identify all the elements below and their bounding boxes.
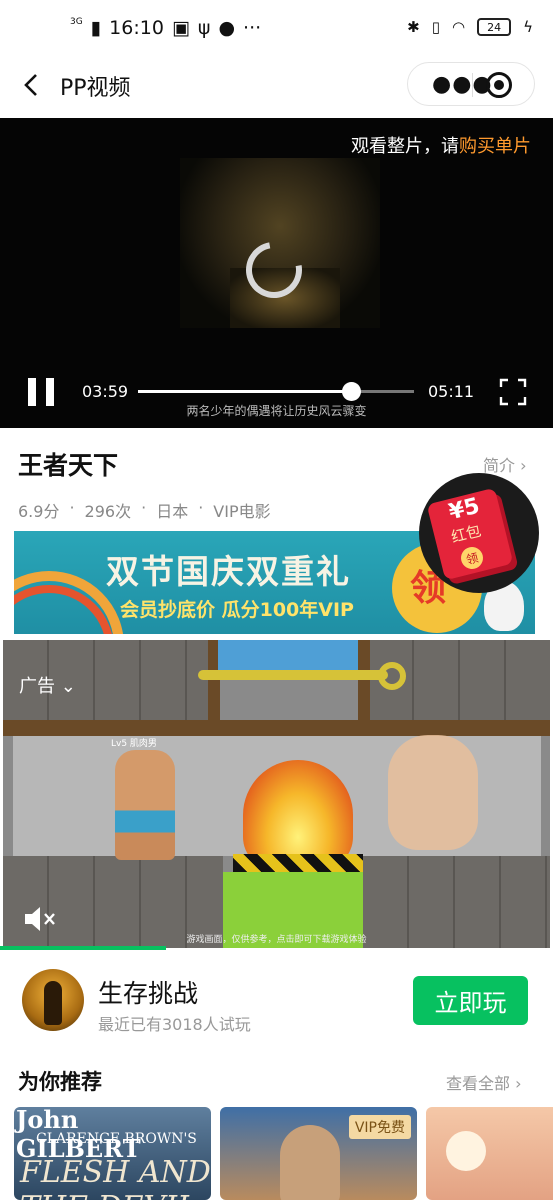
meta-separator: · [198, 498, 204, 517]
nav-bar: PP视频 ●●● [0, 60, 553, 118]
red-packet-button[interactable]: ¥5 红包 领 [419, 473, 539, 593]
video-player[interactable]: 观看整片，请购买单片 03:59 05:11 两名少年的偶遇将让历史风云骤变 [0, 118, 553, 428]
charging-icon: ϟ [523, 18, 533, 36]
ad-pin-ring [378, 662, 406, 690]
more-icon[interactable]: ●●● [432, 72, 493, 97]
category: VIP电影 [213, 502, 271, 521]
vip-free-badge: VIP免费 [348, 1115, 411, 1139]
video-meta: 6.9分 · 296次 · 日本 · VIP电影 [18, 498, 271, 522]
status-time: 16:10 [109, 17, 164, 39]
buy-tip-text: 观看整片，请 [351, 136, 459, 157]
more-notifications-icon: ··· [243, 17, 262, 39]
poster-text: CLARENCE BROWN'S [36, 1131, 197, 1147]
rating: 6.9分 [18, 502, 60, 521]
ad-hand-pointer [388, 735, 478, 850]
network-type: 3G [70, 16, 83, 27]
meta-separator: · [69, 498, 75, 517]
game-subtitle: 最近已有3018人试玩 [98, 1015, 251, 1034]
ad-character [115, 750, 175, 860]
ad-hazard-stripe [233, 854, 363, 872]
banner-subtitle: 会员抄底价 瓜分100年VIP [120, 599, 354, 621]
game-name: 生存挑战 [98, 979, 199, 1008]
recommend-card[interactable]: John GILBERT CLARENCE BROWN'S FLESH AND … [14, 1107, 211, 1200]
ad-caption: 游戏画面，仅供参考，点击即可下载游戏体验 [186, 935, 367, 945]
mute-icon[interactable] [23, 904, 57, 934]
capsule-divider [472, 73, 473, 97]
meta-separator: · [141, 498, 147, 517]
buy-single-link[interactable]: 购买单片 [459, 136, 531, 157]
seek-bar[interactable] [138, 382, 414, 401]
chevron-right-icon: › [515, 1074, 522, 1093]
wifi-icon: ◠ [452, 18, 466, 36]
vibrate-icon: ▯ [431, 18, 440, 36]
ad-wooden-beam [3, 720, 550, 736]
chevron-right-icon: › [520, 456, 527, 475]
chat-icon: ● [218, 17, 236, 39]
app-notification-icon: ▣ [171, 17, 190, 39]
buy-tip: 观看整片，请购买单片 [351, 132, 531, 158]
play-count: 296次 [84, 502, 132, 521]
see-all-link[interactable]: 查看全部 › [446, 1070, 522, 1094]
ad-pin [198, 670, 388, 680]
video-subtitle: 两名少年的偶遇将让历史风云骤变 [186, 404, 367, 418]
ad-progress-bar [0, 946, 166, 950]
country: 日本 [156, 502, 189, 521]
intro-link[interactable]: 简介 › [483, 452, 527, 476]
ad-label[interactable]: 广告 ⌄ [19, 672, 76, 698]
poster-figure [446, 1131, 486, 1171]
battery-icon: 24 [477, 18, 512, 36]
back-icon[interactable] [18, 70, 48, 100]
video-title: 王者天下 [18, 451, 119, 480]
see-all-label: 查看全部 [446, 1074, 511, 1093]
bluetooth-icon: ✱ [407, 18, 420, 36]
page-title: PP视频 [60, 76, 131, 101]
chevron-down-icon: ⌄ [60, 676, 76, 697]
seek-bar-handle[interactable] [341, 382, 361, 401]
banner-headline: 双节国庆双重礼 [106, 552, 351, 591]
signal-icon: ▮ [90, 17, 102, 39]
play-now-button[interactable]: 立即玩 [413, 976, 528, 1025]
seek-bar-fill [138, 390, 351, 393]
usb-icon: ψ [197, 17, 211, 39]
close-miniprogram-icon[interactable] [486, 72, 512, 98]
poster-figure [280, 1125, 340, 1200]
miniprogram-capsule: ●●● [407, 62, 535, 106]
status-bar: 3G ▮ 16:10 ▣ ψ ● ··· ✱ ▯ ◠ 24 ϟ [0, 0, 553, 60]
game-avatar[interactable] [22, 969, 84, 1031]
ad-character-label: Lv5 肌肉男 [111, 739, 157, 749]
recommend-card[interactable] [426, 1107, 553, 1200]
ad-video[interactable]: Lv5 肌肉男 广告 ⌄ 游戏画面，仅供参考，点击即可下载游戏体验 [3, 640, 550, 948]
poster-text: FLESH AND THE DEVIL [20, 1155, 211, 1200]
ad-wooden-beam [358, 640, 370, 736]
duration: 05:11 [428, 382, 475, 401]
recommend-card[interactable]: VIP免费 [220, 1107, 417, 1200]
recommend-title: 为你推荐 [18, 1070, 102, 1094]
current-time: 03:59 [82, 382, 129, 401]
intro-label: 简介 [483, 456, 516, 475]
ad-label-text: 广告 [19, 676, 55, 697]
